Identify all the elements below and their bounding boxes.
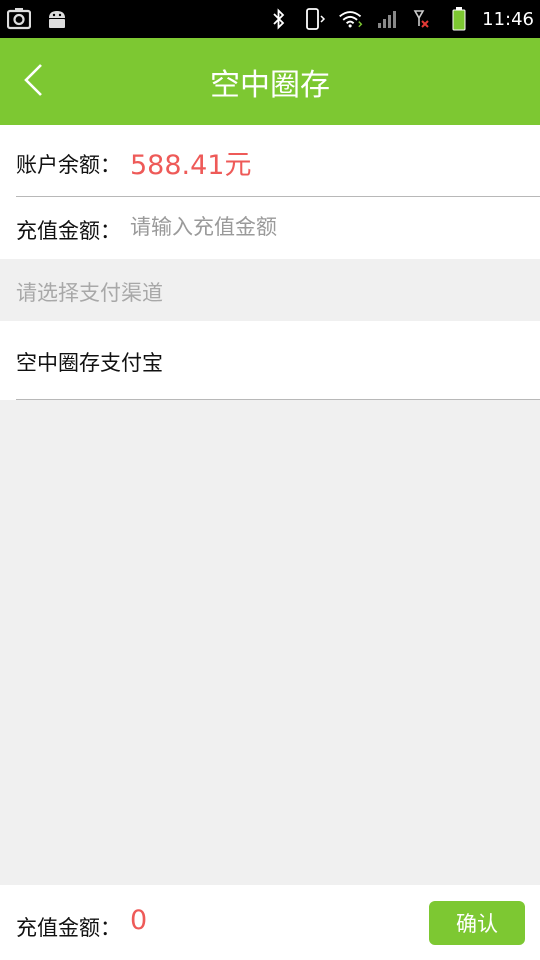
footer-amount-label: 充值金额： bbox=[16, 916, 121, 940]
signal-icon bbox=[374, 6, 400, 32]
bluetooth-icon bbox=[266, 6, 292, 32]
vibrate-icon bbox=[302, 6, 328, 32]
screenshot-icon bbox=[6, 6, 32, 32]
amount-row: 充值金额： bbox=[0, 197, 540, 259]
back-button[interactable] bbox=[12, 58, 56, 102]
wifi-icon bbox=[338, 6, 364, 32]
payment-option-label: 空中圈存支付宝 bbox=[16, 351, 163, 375]
footer-bar: 充值金额： 0 确认 bbox=[0, 885, 540, 960]
amount-label: 充值金额： bbox=[16, 219, 121, 243]
balance-label: 账户余额： bbox=[16, 153, 121, 177]
confirm-button[interactable]: 确认 bbox=[429, 901, 525, 945]
status-bar: 11:46 bbox=[0, 0, 540, 38]
title-bar: 空中圈存 bbox=[0, 38, 540, 125]
amount-input[interactable] bbox=[130, 209, 520, 245]
footer-amount-total: 0 bbox=[130, 905, 148, 936]
android-icon bbox=[44, 6, 70, 32]
balance-row: 账户余额： 588.41元 bbox=[0, 125, 540, 197]
battery-icon bbox=[446, 6, 472, 32]
payment-section-header: 请选择支付渠道 bbox=[0, 259, 540, 321]
divider bbox=[16, 399, 540, 400]
clock: 11:46 bbox=[482, 8, 534, 30]
payment-section-hint: 请选择支付渠道 bbox=[16, 281, 163, 305]
page-title: 空中圈存 bbox=[210, 67, 330, 103]
no-signal-icon bbox=[410, 6, 436, 32]
chevron-left-icon bbox=[24, 64, 42, 96]
payment-option-alipay[interactable]: 空中圈存支付宝 bbox=[0, 321, 540, 400]
balance-value: 588.41元 bbox=[130, 150, 252, 181]
